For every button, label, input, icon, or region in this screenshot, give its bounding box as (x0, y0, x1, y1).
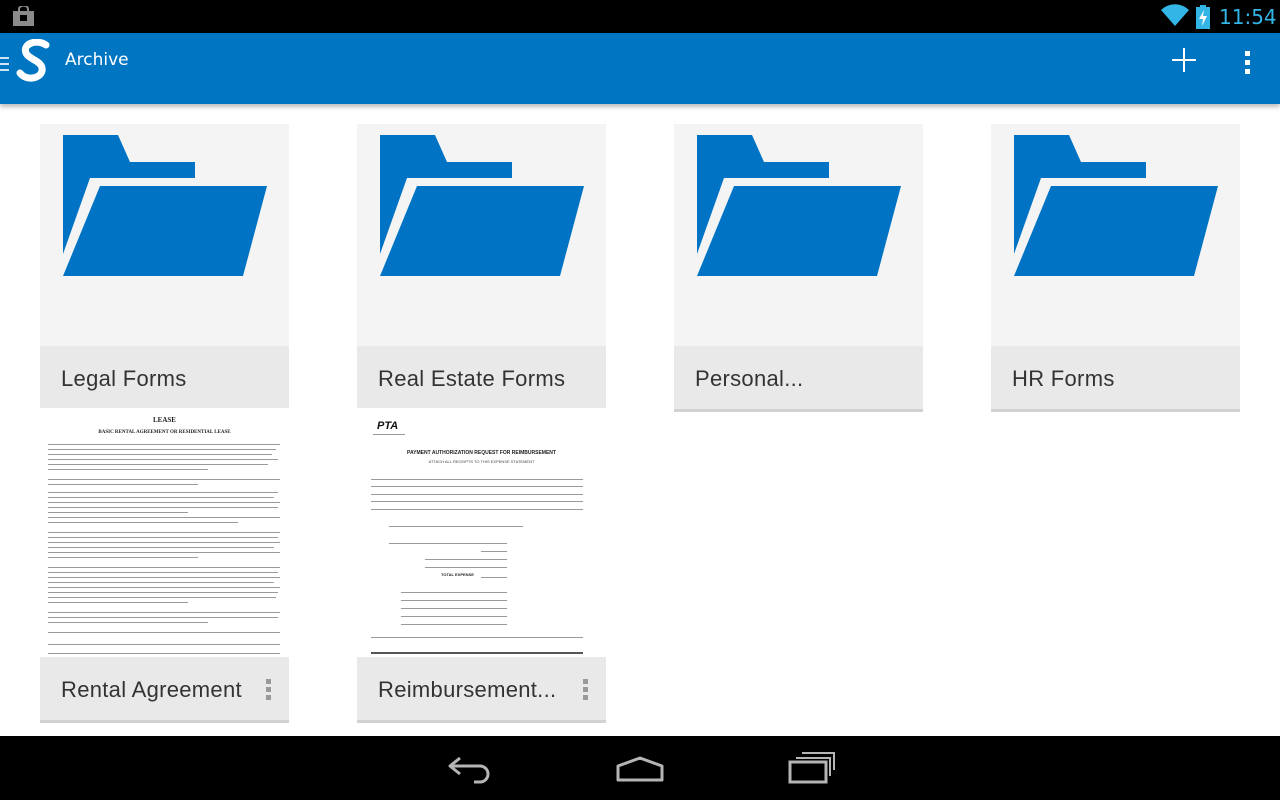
item-menu-icon[interactable] (582, 677, 590, 703)
folder-name: Legal Forms (61, 366, 187, 391)
app-logo-icon[interactable] (14, 39, 58, 83)
lease-preview: LEASE BASIC RENTAL AGREEMENT OR RESIDENT… (40, 408, 289, 657)
wifi-icon (1161, 4, 1189, 26)
preview-logo: PTA (377, 420, 399, 432)
status-bar: 11:54 (0, 0, 1280, 33)
preview-total: TOTAL EXPENSE (441, 572, 474, 577)
tile-caption: Real Estate Forms (357, 346, 606, 412)
recent-apps-icon[interactable] (788, 750, 836, 786)
tile-caption: Personal... (674, 346, 923, 412)
folder-tile[interactable]: Legal Forms (40, 124, 289, 414)
document-name: Rental Agreement (61, 677, 242, 702)
archive-grid: Legal Forms Real Estate Forms Personal..… (0, 104, 1280, 736)
tile-caption: Rental Agreement (40, 657, 289, 723)
add-icon[interactable] (1169, 45, 1199, 75)
reimbursement-preview: PTA PAYMENT AUTHORIZATION REQUEST FOR RE… (357, 408, 606, 657)
folder-tile[interactable]: Real Estate Forms (357, 124, 606, 414)
folder-thumbnail (674, 124, 923, 346)
document-thumbnail: PTA PAYMENT AUTHORIZATION REQUEST FOR RE… (357, 408, 606, 657)
clock: 11:54 (1219, 5, 1277, 29)
battery-charging-icon (1196, 5, 1210, 29)
navigation-bar (0, 736, 1280, 800)
folder-thumbnail (40, 124, 289, 346)
folder-icon (1014, 135, 1218, 276)
folder-name: Real Estate Forms (378, 366, 566, 391)
folder-name: Personal... (695, 366, 804, 391)
preview-heading: LEASE (153, 416, 176, 424)
tile-caption: Legal Forms (40, 346, 289, 412)
preview-subheading: BASIC RENTAL AGREEMENT OR RESIDENTIAL LE… (98, 430, 231, 435)
tile-caption: Reimbursement... (357, 657, 606, 723)
folder-thumbnail (991, 124, 1240, 346)
document-name: Reimbursement... (378, 677, 557, 702)
folder-icon (380, 135, 584, 276)
preview-heading: PAYMENT AUTHORIZATION REQUEST FOR REIMBU… (407, 450, 556, 456)
action-bar: Archive (0, 33, 1280, 104)
overflow-menu-icon[interactable] (1239, 48, 1257, 76)
back-icon[interactable] (446, 750, 494, 786)
folder-tile[interactable]: Personal... (674, 124, 923, 414)
drawer-icon[interactable] (0, 55, 10, 75)
home-icon[interactable] (616, 750, 664, 786)
document-thumbnail: LEASE BASIC RENTAL AGREEMENT OR RESIDENT… (40, 408, 289, 657)
shopping-bag-icon (13, 6, 34, 26)
folder-icon (697, 135, 901, 276)
document-tile[interactable]: PTA PAYMENT AUTHORIZATION REQUEST FOR RE… (357, 408, 606, 725)
tile-caption: HR Forms (991, 346, 1240, 412)
folder-name: HR Forms (1012, 366, 1115, 391)
folder-thumbnail (357, 124, 606, 346)
preview-subheading: ATTACH ALL RECEIPTS TO THIS EXPENSE STAT… (428, 459, 535, 464)
item-menu-icon[interactable] (265, 677, 273, 703)
page-title: Archive (65, 50, 129, 70)
folder-tile[interactable]: HR Forms (991, 124, 1240, 414)
folder-icon (63, 135, 267, 276)
document-tile[interactable]: LEASE BASIC RENTAL AGREEMENT OR RESIDENT… (40, 408, 289, 725)
